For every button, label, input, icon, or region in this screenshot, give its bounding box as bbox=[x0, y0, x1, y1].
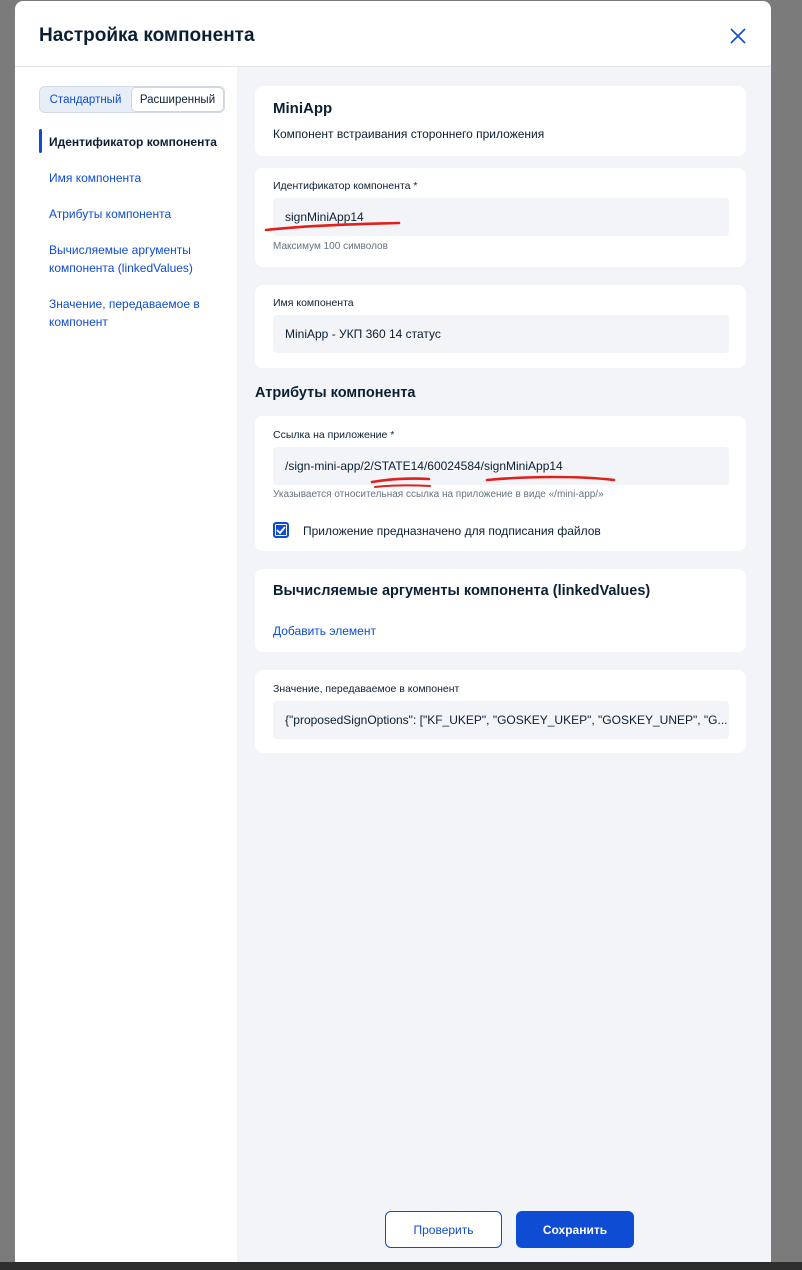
left-panel: Стандартный Расширенный Идентификатор ко… bbox=[15, 67, 237, 1263]
sign-files-checkbox-label: Приложение предназначено для подписания … bbox=[303, 524, 601, 538]
passed-value-label: Значение, передаваемое в компонент bbox=[273, 683, 460, 695]
nav-item-identifier[interactable]: Идентификатор компонента bbox=[39, 129, 229, 153]
sign-files-checkbox[interactable] bbox=[273, 522, 289, 538]
name-card: Имя компонента MiniApp - УКП 360 14 стат… bbox=[255, 285, 746, 368]
identifier-hint: Максимум 100 символов bbox=[273, 241, 388, 252]
mode-standard-button[interactable]: Стандартный bbox=[40, 87, 131, 112]
check-button[interactable]: Проверить bbox=[385, 1211, 502, 1248]
modal-header: Настройка компонента bbox=[15, 1, 771, 67]
name-input[interactable]: MiniApp - УКП 360 14 статус bbox=[273, 315, 729, 353]
linked-values-card: Вычисляемые аргументы компонента (linked… bbox=[255, 569, 746, 652]
name-label: Имя компонента bbox=[273, 297, 354, 309]
attributes-heading: Атрибуты компонента bbox=[255, 385, 416, 401]
section-nav: Идентификатор компонента Имя компонента … bbox=[39, 129, 229, 349]
mode-switch: Стандартный Расширенный bbox=[39, 86, 225, 113]
save-button[interactable]: Сохранить bbox=[516, 1211, 634, 1248]
identifier-card: Идентификатор компонента * signMiniApp14… bbox=[255, 168, 746, 267]
add-element-link[interactable]: Добавить элемент bbox=[273, 624, 376, 638]
taskbar-strip bbox=[0, 1262, 802, 1270]
miniapp-title: MiniApp bbox=[273, 100, 333, 117]
nav-item-attributes[interactable]: Атрибуты компонента bbox=[39, 205, 229, 223]
identifier-label: Идентификатор компонента * bbox=[273, 180, 418, 192]
miniapp-description: Компонент встраивания стороннего приложе… bbox=[273, 127, 545, 141]
nav-item-linked-values[interactable]: Вычисляемые аргументы компонента (linked… bbox=[39, 241, 229, 277]
modal-title: Настройка компонента bbox=[39, 25, 255, 46]
identifier-input[interactable]: signMiniApp14 bbox=[273, 198, 729, 236]
miniapp-card: MiniApp Компонент встраивания стороннего… bbox=[255, 86, 746, 156]
right-panel: MiniApp Компонент встраивания стороннего… bbox=[237, 67, 771, 1263]
linked-values-heading: Вычисляемые аргументы компонента (linked… bbox=[273, 583, 651, 599]
link-hint: Указывается относительная ссылка на прил… bbox=[273, 489, 604, 500]
nav-item-passed-value[interactable]: Значение, передаваемое в компонент bbox=[39, 295, 229, 331]
link-input[interactable]: /sign-mini-app/2/STATE14/60024584/signMi… bbox=[273, 447, 729, 485]
passed-value-input[interactable]: {"proposedSignOptions": ["KF_UKEP", "GOS… bbox=[273, 701, 729, 739]
attributes-card: Ссылка на приложение * /sign-mini-app/2/… bbox=[255, 416, 746, 551]
passed-value-card: Значение, передаваемое в компонент {"pro… bbox=[255, 670, 746, 753]
component-settings-modal: Настройка компонента Стандартный Расшире… bbox=[15, 1, 771, 1263]
mode-advanced-button[interactable]: Расширенный bbox=[131, 87, 224, 112]
link-label: Ссылка на приложение * bbox=[273, 429, 395, 441]
close-icon[interactable] bbox=[729, 27, 747, 45]
nav-item-name[interactable]: Имя компонента bbox=[39, 169, 229, 187]
